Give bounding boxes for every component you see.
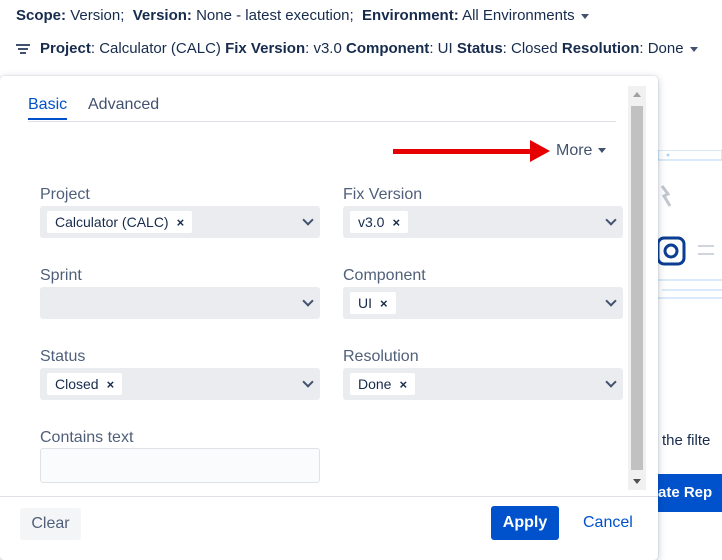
component-chip: UI × bbox=[350, 292, 396, 314]
component-field-label: Component bbox=[343, 267, 426, 284]
remove-chip-icon[interactable]: × bbox=[177, 215, 185, 230]
filter-summary[interactable]: Project: Calculator (CALC) Fix Version: … bbox=[16, 40, 698, 57]
chevron-down-icon[interactable] bbox=[302, 295, 314, 307]
scope-value: Version; bbox=[70, 7, 125, 24]
remove-chip-icon[interactable]: × bbox=[399, 377, 407, 392]
clear-button[interactable]: Clear bbox=[20, 508, 81, 540]
remove-chip-icon[interactable]: × bbox=[392, 215, 400, 230]
remove-chip-icon[interactable]: × bbox=[380, 296, 388, 311]
dialog-scrollbar[interactable] bbox=[628, 86, 646, 490]
fix-version-label: Fix Version bbox=[225, 40, 306, 57]
chevron-down-icon[interactable] bbox=[302, 376, 314, 388]
scope-label: Scope: bbox=[16, 7, 67, 24]
chevron-down-icon[interactable] bbox=[605, 214, 617, 226]
caret-down-icon bbox=[689, 46, 698, 52]
version-value: None - latest execution; bbox=[196, 7, 354, 24]
component-value: : UI bbox=[429, 40, 453, 57]
chip-label: Calculator (CALC) bbox=[55, 214, 169, 230]
project-field-label: Project bbox=[40, 186, 90, 203]
component-label: Component bbox=[345, 40, 430, 57]
resolution-value: : Done bbox=[639, 40, 684, 57]
contains-text-label: Contains text bbox=[40, 429, 134, 446]
fix-version-field-label: Fix Version bbox=[343, 186, 423, 203]
resolution-chip: Done × bbox=[350, 373, 416, 395]
status-value: : Closed bbox=[502, 40, 558, 57]
chip-label: Closed bbox=[55, 376, 99, 392]
caret-down-icon bbox=[598, 148, 607, 154]
component-select[interactable]: UI × bbox=[343, 287, 623, 319]
chip-label: UI bbox=[358, 295, 372, 311]
fix-version-value: : v3.0 bbox=[305, 40, 342, 57]
scrollbar-thumb[interactable] bbox=[631, 106, 643, 470]
background-text: the filte bbox=[662, 432, 711, 449]
background-generate-button[interactable]: ate Rep bbox=[650, 474, 722, 512]
resolution-label: Resolution bbox=[561, 40, 640, 57]
environment-label: Environment: bbox=[362, 7, 459, 24]
contains-text-input[interactable] bbox=[40, 448, 320, 483]
resolution-field-label: Resolution bbox=[343, 348, 419, 365]
project-value: : Calculator (CALC) bbox=[90, 40, 221, 57]
project-label: Project bbox=[40, 40, 91, 57]
chevron-down-icon[interactable] bbox=[605, 376, 617, 388]
chevron-down-icon[interactable] bbox=[302, 214, 314, 226]
footer-divider bbox=[0, 496, 658, 497]
cancel-button[interactable]: Cancel bbox=[583, 514, 633, 532]
filter-dialog: Basic Advanced More Project Calculator (… bbox=[0, 76, 658, 560]
scroll-down-icon[interactable] bbox=[633, 479, 641, 484]
status-chip: Closed × bbox=[47, 373, 123, 395]
project-select[interactable]: Calculator (CALC) × bbox=[40, 206, 320, 238]
fix-version-select[interactable]: v3.0 × bbox=[343, 206, 623, 238]
environment-dropdown[interactable]: All Environments bbox=[462, 7, 589, 24]
apply-button[interactable]: Apply bbox=[491, 506, 559, 540]
annotation-arrow-shaft bbox=[393, 149, 533, 154]
tab-advanced[interactable]: Advanced bbox=[88, 96, 159, 118]
project-chip: Calculator (CALC) × bbox=[47, 211, 193, 233]
sprint-field-label: Sprint bbox=[40, 267, 82, 284]
status-select[interactable]: Closed × bbox=[40, 368, 320, 400]
caret-down-icon bbox=[580, 13, 589, 19]
version-label: Version: bbox=[132, 7, 192, 24]
scope-bar: Scope: Version; Version: None - latest e… bbox=[16, 7, 589, 24]
status-label: Status bbox=[456, 40, 503, 57]
resolution-select[interactable]: Done × bbox=[343, 368, 623, 400]
background-illustration bbox=[658, 150, 722, 299]
annotation-arrow-icon bbox=[530, 140, 550, 162]
chip-label: v3.0 bbox=[358, 214, 385, 230]
chevron-down-icon[interactable] bbox=[605, 295, 617, 307]
fix-version-chip: v3.0 × bbox=[350, 211, 409, 233]
scroll-up-icon[interactable] bbox=[633, 92, 641, 97]
remove-chip-icon[interactable]: × bbox=[107, 377, 115, 392]
environment-value[interactable]: All Environments bbox=[462, 7, 575, 24]
tab-basic[interactable]: Basic bbox=[28, 96, 68, 120]
chip-label: Done bbox=[358, 376, 392, 392]
sprint-select[interactable] bbox=[40, 287, 320, 319]
more-label[interactable]: More bbox=[556, 142, 592, 159]
more-button[interactable]: More bbox=[556, 142, 607, 160]
status-field-label: Status bbox=[40, 348, 86, 365]
filter-icon bbox=[16, 43, 30, 55]
tab-bar: Basic Advanced bbox=[28, 96, 616, 122]
